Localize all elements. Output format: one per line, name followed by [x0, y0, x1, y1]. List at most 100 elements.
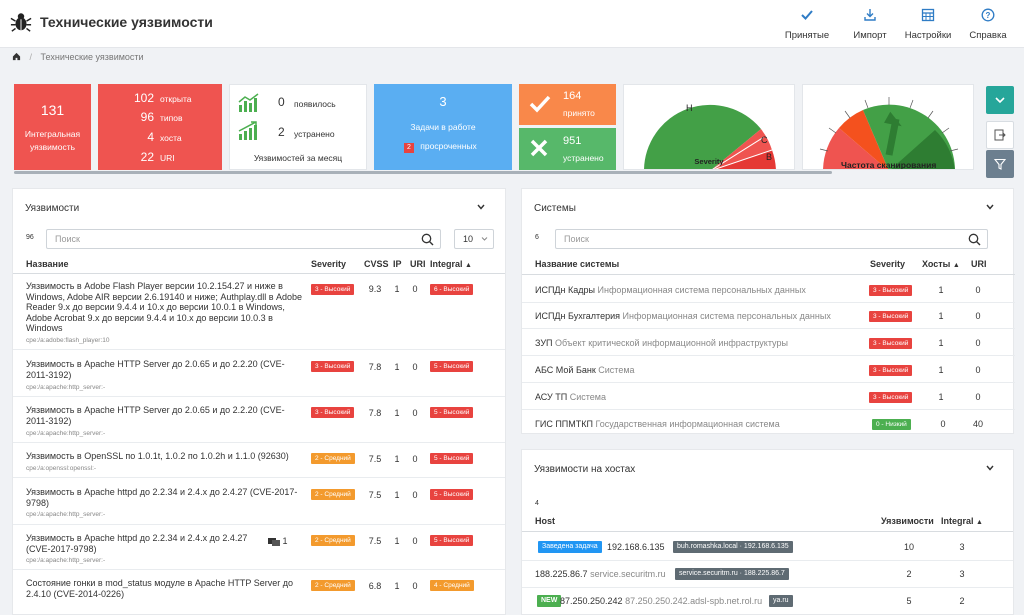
col-uri[interactable]: URI	[410, 259, 426, 269]
counts-tile[interactable]: 102 открыта 96 типов 4 хоста 22 URI	[98, 84, 222, 170]
row-divider	[13, 349, 505, 350]
uri-count: 22	[140, 150, 154, 164]
task-tag[interactable]: Заведена задача	[538, 541, 602, 553]
integral-badge: 5 - Высокий	[430, 407, 474, 418]
uri-cell: 0	[975, 392, 981, 402]
monthly-tile[interactable]: 0 появилось 2 устранено Уязвимостей за м…	[229, 84, 367, 170]
severity-gauge[interactable]: Н С В Severity	[623, 84, 795, 170]
col-vulns[interactable]: Уязвимости	[881, 516, 934, 526]
ip-cell: 1	[394, 362, 400, 372]
comment-icon[interactable]	[268, 537, 280, 547]
tasks-tile[interactable]: 3 Задачи в работе 2 просроченных	[374, 84, 512, 170]
col-integral[interactable]: Integral ▲	[941, 516, 983, 526]
page-size-select[interactable]: 10	[454, 229, 494, 249]
col-ip[interactable]: IP	[393, 259, 402, 269]
severity-badge: 3 - Высокий	[869, 365, 913, 376]
system-name[interactable]: ЗУП Объект критической информационной ин…	[535, 338, 788, 348]
host-domain: service.securitm.ru	[590, 569, 666, 579]
collapse-button[interactable]	[986, 86, 1014, 114]
chevron-down-icon[interactable]	[985, 202, 995, 212]
filter-icon	[994, 158, 1006, 170]
vulns-search-input[interactable]: Поиск	[46, 229, 441, 249]
host-name[interactable]: 87.250.250.242 87.250.250.242.adsl-spb.n…	[560, 596, 762, 606]
fixed-tile[interactable]: 951 устранено	[519, 128, 616, 170]
vuln-title[interactable]: Уязвимость в Apache httpd до 2.2.34 и 2.…	[26, 533, 266, 554]
hosts-cell: 0	[940, 419, 946, 429]
integral-label: Интегральная уязвимость	[24, 129, 81, 152]
comment-count: 1	[282, 536, 288, 546]
vuln-title[interactable]: Уязвимость в Apache httpd до 2.2.34 и 2.…	[26, 487, 306, 508]
home-icon[interactable]	[12, 52, 21, 61]
system-name[interactable]: АБС Мой Банк Система	[535, 365, 635, 375]
host-name[interactable]: 188.225.86.7 service.securitm.ru	[535, 569, 666, 579]
vuln-title[interactable]: Состояние гонки в mod_status модуле в Ap…	[26, 578, 306, 599]
col-integral-label: Integral	[941, 516, 974, 526]
cvss-cell: 6.8	[368, 581, 382, 591]
host-ip[interactable]: 192.168.6.135	[607, 542, 665, 552]
col-severity[interactable]: Severity	[870, 259, 905, 269]
export-button[interactable]	[986, 121, 1014, 149]
uri-cell: 0	[412, 454, 418, 464]
severity-badge: 3 - Высокий	[869, 338, 913, 349]
hosts-cell: 1	[938, 392, 944, 402]
col-system-name[interactable]: Название системы	[535, 259, 619, 269]
uri-cell: 40	[972, 419, 983, 429]
vuln-title[interactable]: Уязвимость в Apache HTTP Server до 2.0.6…	[26, 359, 306, 380]
host-chip: service.securitm.ru · 188.225.86.7	[675, 568, 789, 580]
vuln-title[interactable]: Уязвимость в OpenSSL по 1.0.1t, 1.0.2 по…	[26, 451, 316, 462]
svg-text:?: ?	[986, 11, 991, 20]
accepted-button[interactable]: Принятые	[775, 8, 839, 41]
system-name[interactable]: АСУ ТП Система	[535, 392, 606, 402]
system-name[interactable]: ГИС ППМТКП Государственная информационна…	[535, 419, 780, 429]
col-cvss[interactable]: CVSS	[364, 259, 389, 269]
systems-search-input[interactable]: Поиск	[555, 229, 988, 249]
hosts-count: 4	[535, 500, 539, 507]
overdue-value: 2	[404, 143, 414, 153]
integral-badge: 6 - Высокий	[430, 284, 474, 295]
chevron-down-icon	[995, 97, 1005, 104]
col-host[interactable]: Host	[535, 516, 555, 526]
system-name[interactable]: ИСПДн Бухгалтерия Информационная система…	[535, 311, 831, 321]
vulns-cell: 5	[906, 596, 912, 606]
severity-badge: 2 - Средний	[311, 489, 355, 500]
vuln-title[interactable]: Уязвимость в Adobe Flash Player версии 1…	[26, 281, 306, 334]
integral-badge: 5 - Высокий	[430, 535, 474, 546]
settings-button[interactable]: Настройки	[896, 8, 960, 41]
tiles-scrollbar[interactable]	[14, 171, 832, 174]
help-button[interactable]: ? Справка	[956, 8, 1020, 41]
check-icon	[775, 8, 839, 24]
col-uri[interactable]: URI	[971, 259, 987, 269]
filter-button[interactable]	[986, 150, 1014, 178]
vuln-title[interactable]: Уязвимость в Apache HTTP Server до 2.0.6…	[26, 405, 306, 426]
host-ip: 188.225.86.7	[535, 569, 588, 579]
integral-tile[interactable]: 131 Интегральная уязвимость	[14, 84, 91, 170]
frequency-gauge[interactable]: Частота сканирования	[802, 84, 974, 170]
chevron-down-icon[interactable]	[985, 463, 995, 473]
system-desc: Система	[569, 392, 606, 402]
col-severity[interactable]: Severity	[311, 259, 346, 269]
accepted-tile[interactable]: 164 принято	[519, 84, 616, 125]
host-chip: buh.romashka.local · 192.168.6.135	[673, 541, 793, 553]
col-name[interactable]: Название	[26, 259, 68, 269]
col-integral[interactable]: Integral ▲	[430, 259, 472, 269]
check-icon	[529, 95, 551, 113]
trend-up-icon	[238, 121, 257, 140]
chevron-down-icon[interactable]	[476, 202, 486, 212]
open-label: открыта	[160, 94, 192, 104]
severity-gauge-title: Severity	[694, 157, 724, 166]
cvss-cell: 7.5	[368, 536, 382, 546]
row-divider	[13, 524, 505, 525]
appeared-label: появилось	[294, 99, 336, 109]
integral-badge: 5 - Высокий	[430, 453, 474, 464]
col-hosts[interactable]: Хосты ▲	[922, 259, 960, 269]
systems-panel: Системы 6 Поиск Название системы Severit…	[521, 188, 1015, 434]
ip-cell: 1	[394, 408, 400, 418]
gauge-label-low: Н	[686, 103, 693, 113]
system-name[interactable]: ИСПДн Кадры Информационная система персо…	[535, 285, 806, 295]
page-size-value: 10	[463, 234, 474, 244]
hosts-cell: 1	[938, 338, 944, 348]
import-label: Импорт	[853, 30, 887, 41]
import-button[interactable]: Импорт	[838, 8, 902, 41]
chevron-down-icon	[481, 237, 488, 241]
row-divider	[522, 409, 1015, 410]
